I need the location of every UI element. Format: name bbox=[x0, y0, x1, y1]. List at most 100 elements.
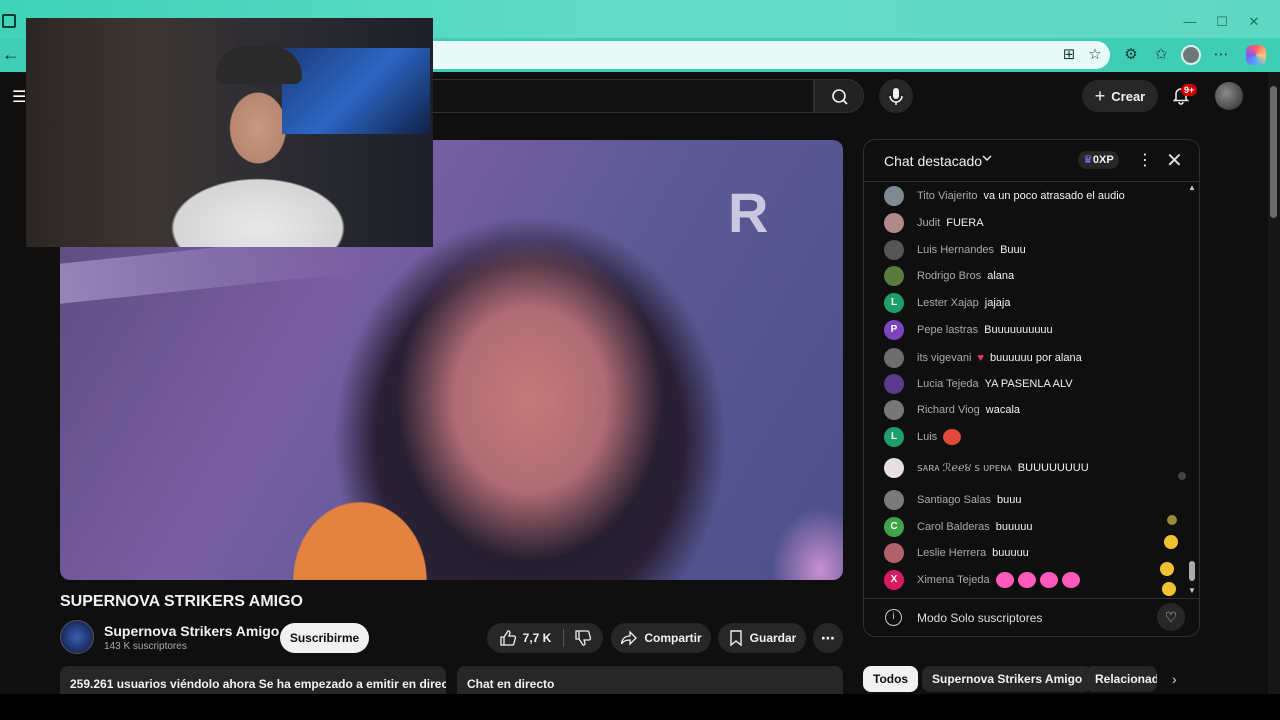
chat-author-avatar[interactable] bbox=[884, 186, 904, 206]
chat-author-name[interactable]: Pepe lastras bbox=[917, 324, 978, 336]
chat-author-name[interactable]: Richard Viog bbox=[917, 404, 980, 416]
xp-badge[interactable]: ♛0XP bbox=[1078, 151, 1119, 169]
chat-author-name[interactable]: Santiago Salas bbox=[917, 494, 991, 506]
chat-message[interactable]: Leslie Herrera buuuuu bbox=[884, 543, 1029, 563]
more-actions-button[interactable]: ⋯ bbox=[813, 623, 843, 653]
taskbar-strip bbox=[0, 694, 1280, 720]
chat-author-avatar[interactable]: P bbox=[884, 320, 904, 340]
save-button[interactable]: Guardar bbox=[718, 623, 806, 653]
channel-avatar[interactable] bbox=[60, 620, 94, 654]
page-scrollbar-thumb[interactable] bbox=[1270, 86, 1277, 218]
chat-message[interactable]: Judit FUERA bbox=[884, 213, 984, 233]
chat-message[interactable]: L Lester Xajap jajaja bbox=[884, 293, 1010, 313]
chat-author-name[interactable]: Carol Balderas bbox=[917, 521, 990, 533]
favorites-icon[interactable]: ✩ bbox=[1150, 44, 1172, 66]
chat-message[interactable]: P Pepe lastras Buuuuuuuuuu bbox=[884, 320, 1053, 340]
chat-message[interactable]: Santiago Salas buuu bbox=[884, 490, 1021, 510]
copilot-icon[interactable] bbox=[1246, 45, 1266, 65]
chat-author-avatar[interactable] bbox=[884, 400, 904, 420]
custom-emoji-icon bbox=[943, 429, 962, 445]
apps-icon[interactable]: ⊞ bbox=[1058, 44, 1080, 66]
chat-message-text: Buuu bbox=[1000, 244, 1026, 256]
like-button[interactable]: 7,7 K bbox=[487, 623, 563, 653]
back-arrow-icon[interactable]: ← bbox=[2, 44, 22, 64]
address-bar[interactable] bbox=[420, 41, 1110, 69]
channel-name[interactable]: Supernova Strikers Amigo bbox=[104, 623, 279, 639]
chat-author-avatar[interactable] bbox=[884, 374, 904, 394]
chat-scroll-up-icon[interactable]: ▲ bbox=[1188, 183, 1196, 192]
chat-author-avatar[interactable]: X bbox=[884, 570, 904, 590]
search-button[interactable] bbox=[814, 79, 864, 113]
extensions-icon[interactable]: ⚙ bbox=[1120, 44, 1142, 66]
info-icon[interactable]: i bbox=[885, 609, 902, 626]
share-label: Compartir bbox=[644, 631, 702, 645]
dislike-button[interactable] bbox=[566, 623, 600, 653]
chat-author-avatar[interactable] bbox=[884, 490, 904, 510]
chat-message-text: va un poco atrasado el audio bbox=[983, 190, 1125, 202]
chat-author-name[interactable]: Leslie Herrera bbox=[917, 547, 986, 559]
chat-message[interactable]: Richard Viog wacala bbox=[884, 400, 1020, 420]
chat-message[interactable]: Lucia Tejeda YA PASENLA ALV bbox=[884, 374, 1073, 394]
facecam-monitor bbox=[282, 48, 430, 134]
chat-options-icon[interactable]: ⋮ bbox=[1137, 150, 1153, 170]
heart-icon[interactable]: ♡ bbox=[1157, 603, 1185, 631]
chat-author-avatar[interactable]: L bbox=[884, 427, 904, 447]
tab-actions-icon[interactable] bbox=[2, 14, 16, 28]
chat-scrollbar-thumb[interactable] bbox=[1189, 561, 1195, 581]
chat-author-name[interactable]: Rodrigo Bros bbox=[917, 270, 981, 282]
chat-message[interactable]: X Ximena Tejeda bbox=[884, 570, 1084, 590]
chevron-right-icon[interactable]: › bbox=[1172, 671, 1177, 687]
reaction-emoji-icon bbox=[1160, 562, 1174, 576]
minimize-icon[interactable]: — bbox=[1176, 10, 1204, 34]
chip-channel[interactable]: Supernova Strikers Amigo bbox=[922, 666, 1093, 692]
chevron-down-icon[interactable] bbox=[981, 152, 993, 167]
chat-author-name[interactable]: Tito Viajerito bbox=[917, 190, 978, 202]
chat-message[interactable]: its vigevani ♥ buuuuuu por alana bbox=[884, 348, 1082, 368]
chat-author-name[interactable]: Judit bbox=[917, 217, 940, 229]
chat-author-avatar[interactable]: L bbox=[884, 293, 904, 313]
chat-title[interactable]: Chat destacado bbox=[884, 153, 982, 169]
maximize-icon[interactable]: ☐ bbox=[1208, 10, 1236, 34]
subscribe-button[interactable]: Suscribirme bbox=[280, 623, 369, 653]
chat-message[interactable]: Tito Viajerito va un poco atrasado el aud… bbox=[884, 186, 1125, 206]
chat-author-avatar[interactable] bbox=[884, 213, 904, 233]
chat-author-avatar[interactable] bbox=[884, 348, 904, 368]
favorite-star-icon[interactable]: ☆ bbox=[1084, 44, 1106, 66]
share-button[interactable]: Compartir bbox=[611, 623, 711, 653]
user-avatar[interactable] bbox=[1215, 82, 1243, 110]
chat-message[interactable]: L Luis bbox=[884, 427, 965, 447]
close-window-icon[interactable]: ✕ bbox=[1240, 10, 1268, 34]
chip-all[interactable]: Todos bbox=[863, 666, 919, 692]
browser-profile-avatar[interactable] bbox=[1181, 45, 1201, 65]
create-button[interactable]: + Crear bbox=[1082, 80, 1158, 112]
more-menu-icon[interactable]: ⋯ bbox=[1210, 44, 1232, 66]
chat-author-name[interactable]: ꜱᴀʀᴀ ℛℯℯ૪ ꜱ ᴜᴘᴇɴᴀ bbox=[917, 461, 1012, 475]
chat-message[interactable]: Rodrigo Bros alana bbox=[884, 266, 1014, 286]
chat-author-name[interactable]: Lucia Tejeda bbox=[917, 378, 979, 390]
live-chat-panel[interactable]: Chat en directo bbox=[457, 666, 843, 694]
description-box[interactable]: 259.261 usuarios viéndolo ahora Se ha em… bbox=[60, 666, 446, 694]
chat-author-avatar[interactable] bbox=[884, 458, 904, 478]
chat-message[interactable]: C Carol Balderas buuuuu bbox=[884, 517, 1032, 537]
chip-related[interactable]: Relacionados bbox=[1085, 666, 1157, 692]
chat-message[interactable]: ꜱᴀʀᴀ ℛℯℯ૪ ꜱ ᴜᴘᴇɴᴀ BUUUUUUUU bbox=[884, 458, 1089, 478]
reaction-emoji-icon bbox=[1167, 515, 1177, 525]
chat-author-name[interactable]: Luis Hernandes bbox=[917, 244, 994, 256]
custom-emoji-icon bbox=[995, 572, 1014, 588]
chat-author-name[interactable]: Luis bbox=[917, 431, 937, 443]
search-input[interactable] bbox=[432, 79, 814, 113]
chat-author-name[interactable]: its vigevani bbox=[917, 352, 971, 364]
voice-search-button[interactable] bbox=[879, 79, 913, 113]
close-icon[interactable]: ✕ bbox=[1166, 148, 1183, 173]
subscribers-only-mode-label: Modo Solo suscriptores bbox=[917, 611, 1043, 625]
chat-message[interactable]: Luis Hernandes Buuu bbox=[884, 240, 1026, 260]
chat-author-avatar[interactable] bbox=[884, 240, 904, 260]
hamburger-menu-icon[interactable]: ☰ bbox=[12, 87, 26, 107]
chat-author-avatar[interactable] bbox=[884, 266, 904, 286]
chat-author-avatar[interactable]: C bbox=[884, 517, 904, 537]
streamer-facecam bbox=[26, 18, 433, 247]
chat-author-name[interactable]: Lester Xajap bbox=[917, 297, 979, 309]
chat-scroll-down-icon[interactable]: ▼ bbox=[1188, 586, 1196, 595]
chat-author-avatar[interactable] bbox=[884, 543, 904, 563]
chat-author-name[interactable]: Ximena Tejeda bbox=[917, 574, 990, 586]
